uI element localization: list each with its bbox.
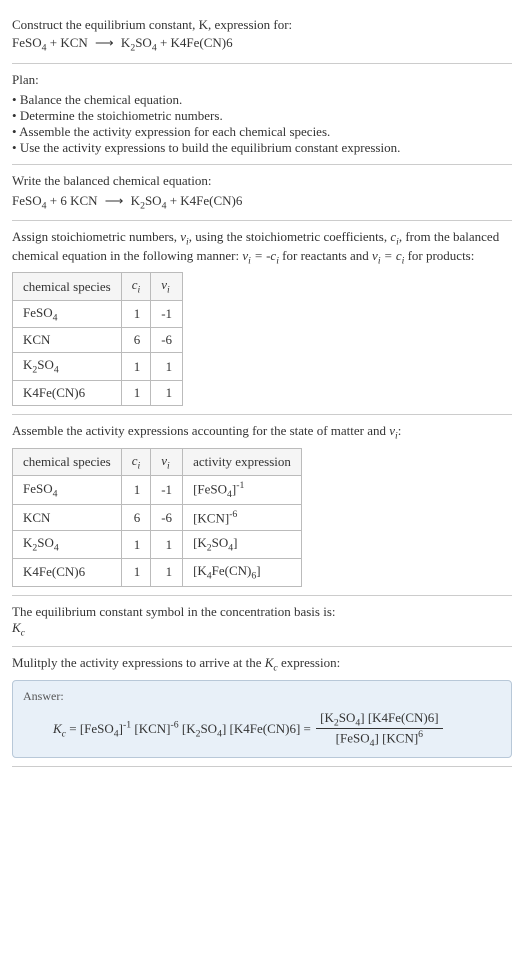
table-row: K4Fe(CN)6 1 1 [K4Fe(CN)6] <box>13 559 302 587</box>
activity-title: Assemble the activity expressions accoun… <box>12 423 512 442</box>
answer-label: Answer: <box>23 689 501 704</box>
balanced-title: Write the balanced chemical equation: <box>12 173 512 189</box>
arrow-icon: ⟶ <box>95 34 114 52</box>
plan-list: Balance the chemical equation. Determine… <box>12 92 512 156</box>
arrow-icon: ⟶ <box>105 193 124 209</box>
multiply-section: Mulitply the activity expressions to arr… <box>12 647 512 767</box>
assign-text: Assign stoichiometric numbers, νi, using… <box>12 229 512 266</box>
plan-item: Use the activity expressions to build th… <box>12 140 512 156</box>
intro-text: Construct the equilibrium constant, K, e… <box>12 17 292 32</box>
stoich-table: chemical species ci νi FeSO4 1 -1 KCN 6 … <box>12 272 183 406</box>
table-row: K2SO4 1 1 <box>13 353 183 381</box>
table-row: K4Fe(CN)6 1 1 <box>13 380 183 405</box>
table-row: FeSO4 1 -1 <box>13 300 183 328</box>
col-species: chemical species <box>13 273 122 301</box>
answer-box: Answer: Kc = [FeSO4]-1 [KCN]-6 [K2SO4] [… <box>12 680 512 759</box>
balanced-section: Write the balanced chemical equation: Fe… <box>12 165 512 221</box>
symbol-text: The equilibrium constant symbol in the c… <box>12 604 512 620</box>
table-row: KCN 6 -6 <box>13 328 183 353</box>
balanced-equation: FeSO4 + 6 KCN ⟶ K2SO4 + K4Fe(CN)6 <box>12 193 512 212</box>
activity-section: Assemble the activity expressions accoun… <box>12 415 512 596</box>
multiply-title: Mulitply the activity expressions to arr… <box>12 655 512 674</box>
assign-section: Assign stoichiometric numbers, νi, using… <box>12 221 512 415</box>
plan-item: Assemble the activity expression for eac… <box>12 124 512 140</box>
table-row: K2SO4 1 1 [K2SO4] <box>13 531 302 559</box>
symbol-section: The equilibrium constant symbol in the c… <box>12 596 512 648</box>
kc-expression: Kc = [FeSO4]-1 [KCN]-6 [K2SO4] [K4Fe(CN)… <box>23 710 501 750</box>
fraction: [K2SO4] [K4Fe(CN)6] [FeSO4] [KCN]6 <box>316 710 442 750</box>
plan-title: Plan: <box>12 72 512 88</box>
intro-prompt: Construct the equilibrium constant, K, e… <box>12 16 512 55</box>
table-header-row: chemical species ci νi activity expressi… <box>13 448 302 476</box>
table-header-row: chemical species ci νi <box>13 273 183 301</box>
table-row: FeSO4 1 -1 [FeSO4]-1 <box>13 476 302 505</box>
table-row: KCN 6 -6 [KCN]-6 <box>13 505 302 531</box>
plan-section: Plan: Balance the chemical equation. Det… <box>12 64 512 165</box>
plan-item: Balance the chemical equation. <box>12 92 512 108</box>
col-c: ci <box>121 273 151 301</box>
col-v: νi <box>151 273 183 301</box>
plan-item: Determine the stoichiometric numbers. <box>12 108 512 124</box>
intro-equation: FeSO4 + KCN ⟶ K2SO4 + K4Fe(CN)6 <box>12 35 233 50</box>
kc-symbol: Kc <box>12 620 512 639</box>
intro-section: Construct the equilibrium constant, K, e… <box>12 8 512 64</box>
activity-table: chemical species ci νi activity expressi… <box>12 448 302 587</box>
